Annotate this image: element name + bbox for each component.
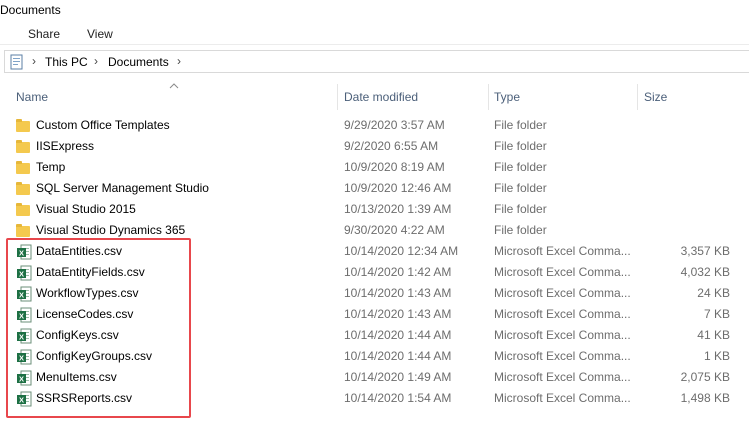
ribbon: Share View	[0, 24, 749, 44]
file-date-modified: 10/9/2020 12:46 AM	[344, 181, 452, 195]
folder-icon	[16, 181, 32, 197]
file-size: 4,032 KB	[680, 265, 730, 279]
column-header-row: Name Date modified Type Size	[0, 83, 749, 110]
file-size: 7 KB	[703, 307, 730, 321]
file-type: Microsoft Excel Comma...	[494, 328, 631, 342]
file-date-modified: 9/30/2020 4:22 AM	[344, 223, 445, 237]
file-row[interactable]: Temp 10/9/2020 8:19 AM File folder	[0, 157, 749, 178]
file-type: File folder	[494, 181, 547, 195]
folder-icon	[16, 139, 32, 155]
file-size: 1,498 KB	[680, 391, 730, 405]
file-date-modified: 10/14/2020 1:43 AM	[344, 307, 452, 321]
file-date-modified: 10/14/2020 1:44 AM	[344, 349, 452, 363]
file-name: SQL Server Management Studio	[36, 181, 209, 195]
file-size: 24 KB	[697, 286, 730, 300]
breadcrumb-chevron-icon[interactable]: ›	[177, 54, 181, 68]
ribbon-tab-view[interactable]: View	[87, 27, 113, 41]
file-type: File folder	[494, 118, 547, 132]
file-size: 1 KB	[703, 349, 730, 363]
file-size: 2,075 KB	[680, 370, 730, 384]
folder-icon	[16, 223, 32, 239]
folder-icon	[16, 160, 32, 176]
breadcrumb-documents[interactable]: Documents	[108, 55, 169, 69]
file-date-modified: 9/2/2020 6:55 AM	[344, 139, 439, 153]
ribbon-divider	[0, 44, 749, 45]
file-type: Microsoft Excel Comma...	[494, 286, 631, 300]
column-header-size[interactable]: Size	[644, 90, 667, 104]
file-type: File folder	[494, 139, 547, 153]
file-type: File folder	[494, 160, 547, 174]
ribbon-tab-share[interactable]: Share	[28, 27, 60, 41]
file-date-modified: 10/9/2020 8:19 AM	[344, 160, 445, 174]
column-resize-handle[interactable]	[488, 84, 489, 110]
breadcrumb-chevron-icon[interactable]: ›	[94, 54, 98, 68]
file-date-modified: 10/14/2020 12:34 AM	[344, 244, 459, 258]
file-type: File folder	[494, 223, 547, 237]
file-date-modified: 10/14/2020 1:44 AM	[344, 328, 452, 342]
column-header-name[interactable]: Name	[16, 90, 48, 104]
file-type: Microsoft Excel Comma...	[494, 391, 631, 405]
column-header-type[interactable]: Type	[494, 90, 520, 104]
document-location-icon	[10, 54, 23, 70]
folder-icon	[16, 118, 32, 134]
breadcrumb-this-pc[interactable]: This PC	[45, 55, 88, 69]
file-name: IISExpress	[36, 139, 95, 153]
file-date-modified: 10/14/2020 1:54 AM	[344, 391, 452, 405]
file-type: Microsoft Excel Comma...	[494, 265, 631, 279]
highlight-box	[6, 238, 191, 418]
file-date-modified: 10/14/2020 1:43 AM	[344, 286, 452, 300]
file-date-modified: 9/29/2020 3:57 AM	[344, 118, 445, 132]
column-resize-handle[interactable]	[637, 84, 638, 110]
breadcrumb-chevron-icon[interactable]: ›	[32, 54, 36, 68]
file-name: Temp	[36, 160, 66, 174]
file-type: File folder	[494, 202, 547, 216]
file-date-modified: 10/14/2020 1:42 AM	[344, 265, 452, 279]
file-date-modified: 10/14/2020 1:49 AM	[344, 370, 452, 384]
file-row[interactable]: SQL Server Management Studio 10/9/2020 12…	[0, 178, 749, 199]
file-name: Visual Studio 2015	[36, 202, 136, 216]
file-row[interactable]: Custom Office Templates 9/29/2020 3:57 AM…	[0, 115, 749, 136]
address-bar[interactable]: › This PC › Documents ›	[4, 50, 749, 73]
file-type: Microsoft Excel Comma...	[494, 307, 631, 321]
file-row[interactable]: Visual Studio 2015 10/13/2020 1:39 AM File…	[0, 199, 749, 220]
file-size: 3,357 KB	[680, 244, 730, 258]
file-name: Visual Studio Dynamics 365	[36, 223, 186, 237]
sort-ascending-icon	[169, 83, 179, 89]
file-type: Microsoft Excel Comma...	[494, 244, 631, 258]
file-type: Microsoft Excel Comma...	[494, 349, 631, 363]
file-name: Custom Office Templates	[36, 118, 170, 132]
file-row[interactable]: IISExpress 9/2/2020 6:55 AM File folder	[0, 136, 749, 157]
column-resize-handle[interactable]	[337, 84, 338, 110]
file-size: 41 KB	[697, 328, 730, 342]
file-date-modified: 10/13/2020 1:39 AM	[344, 202, 452, 216]
file-type: Microsoft Excel Comma...	[494, 370, 631, 384]
folder-icon	[16, 202, 32, 218]
window-title: Documents	[0, 3, 61, 17]
column-header-date[interactable]: Date modified	[344, 90, 418, 104]
